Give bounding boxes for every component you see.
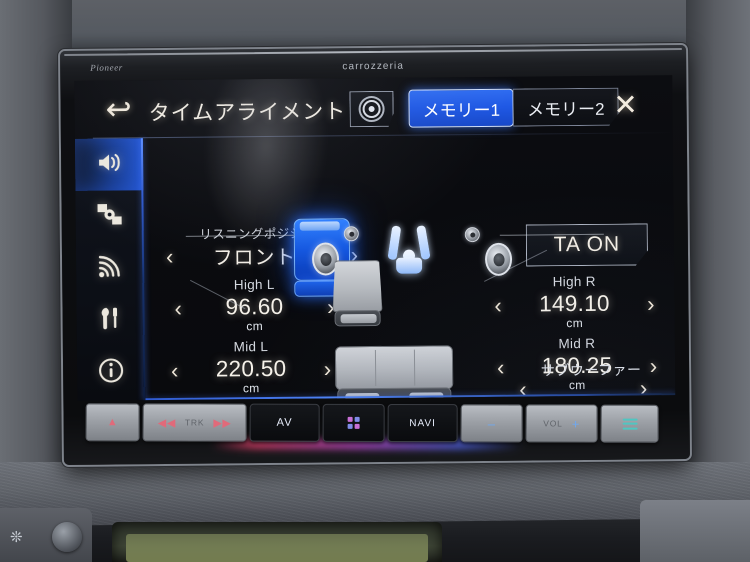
cabin-diagram <box>185 217 604 401</box>
minus-icon: – <box>487 415 496 431</box>
tab-memory-2[interactable]: メモリー2 <box>513 88 619 127</box>
figure-arm-left <box>387 225 402 261</box>
sidebar-item-sound-settings[interactable] <box>74 138 144 191</box>
close-icon[interactable]: ✕ <box>608 89 642 123</box>
next-track-icon: ▶▶ <box>213 417 232 430</box>
figure-arm-right <box>416 225 431 261</box>
figure-body <box>396 257 423 274</box>
volume-up-button[interactable]: VOL + <box>525 404 598 443</box>
source-windows-icon <box>95 201 123 232</box>
wifi-signal-icon <box>96 254 123 283</box>
speaker-target-glyph <box>363 100 381 118</box>
page-title: タイムアライメント <box>148 100 347 126</box>
sidebar-item-av-source[interactable] <box>75 190 143 243</box>
front-left-seat-base <box>334 309 381 327</box>
front-left-seat[interactable] <box>332 260 382 312</box>
apps-grid-icon <box>347 416 360 429</box>
tweeter-left-icon <box>343 226 359 242</box>
wrench-screwdriver-icon <box>97 305 124 335</box>
left-sidebar <box>74 138 146 401</box>
main-content: リスニングポジション ‹ フロントR › TA ON High L ‹ 96.6… <box>143 133 675 401</box>
sidebar-item-system-tools[interactable] <box>76 294 144 347</box>
eject-icon: ▲ <box>106 416 119 429</box>
rear-bench-seat[interactable] <box>334 345 454 391</box>
navi-label: NAVI <box>409 417 436 429</box>
eject-button[interactable]: ▲ <box>85 403 140 442</box>
right-air-vent <box>640 500 750 562</box>
prev-track-icon: ◀◀ <box>157 416 176 429</box>
head-unit: Pioneer carrozzeria ↩ タイムアライメント メモリー1 メモ… <box>60 45 690 465</box>
hamburger-menu-icon <box>622 416 638 432</box>
hard-button-strip: ▲ ◀◀ TRK ▶▶ AV NAVI – VOL + <box>85 403 670 445</box>
listener-figure-icon <box>387 223 431 274</box>
pioneer-logo: Pioneer <box>90 62 123 73</box>
info-circle-icon <box>98 357 124 388</box>
track-label: TRK <box>184 417 205 428</box>
speaker-mid-r-next[interactable]: › <box>650 353 658 378</box>
speaker-icon <box>95 150 122 179</box>
back-arrow-icon[interactable]: ↩ <box>98 91 138 126</box>
apps-button[interactable] <box>322 403 385 443</box>
navi-button[interactable]: NAVI <box>387 404 458 443</box>
sidebar-item-connectivity[interactable] <box>76 242 144 295</box>
lower-display <box>112 522 442 562</box>
hvac-knob[interactable] <box>52 522 82 552</box>
ta-on-button[interactable]: TA ON <box>526 223 648 266</box>
track-button[interactable]: ◀◀ TRK ▶▶ <box>142 403 247 442</box>
rear-seat-divider-1 <box>374 349 377 387</box>
tweeter-right-icon <box>464 226 480 243</box>
speaker-high-r-next[interactable]: › <box>647 291 655 316</box>
memory-tab-group: メモリー1 メモリー2 <box>408 88 618 128</box>
volume-label: VOL <box>543 418 563 429</box>
rear-seat-divider-2 <box>413 349 416 386</box>
screen-header: ↩ タイムアライメント メモリー1 メモリー2 ✕ <box>74 75 673 139</box>
sidebar-item-information[interactable] <box>77 346 145 399</box>
speaker-target-icon[interactable] <box>349 91 393 127</box>
plus-icon: + <box>571 415 580 432</box>
av-button[interactable]: AV <box>249 403 320 442</box>
fan-icon: ❊ <box>10 529 23 546</box>
av-label: AV <box>276 416 293 429</box>
lcd-screen: ↩ タイムアライメント メモリー1 メモリー2 ✕ ‹ フロントR › TA O… <box>74 75 676 401</box>
photo-scene: ❊ Pioneer carrozzeria ↩ タイムアライメント メモリー1 … <box>0 0 750 562</box>
midrange-right-icon <box>484 242 513 276</box>
volume-down-button[interactable]: – <box>460 404 523 443</box>
carrozzeria-logo: carrozzeria <box>342 60 405 73</box>
menu-button[interactable] <box>600 404 659 443</box>
tab-memory-1[interactable]: メモリー1 <box>408 88 515 128</box>
